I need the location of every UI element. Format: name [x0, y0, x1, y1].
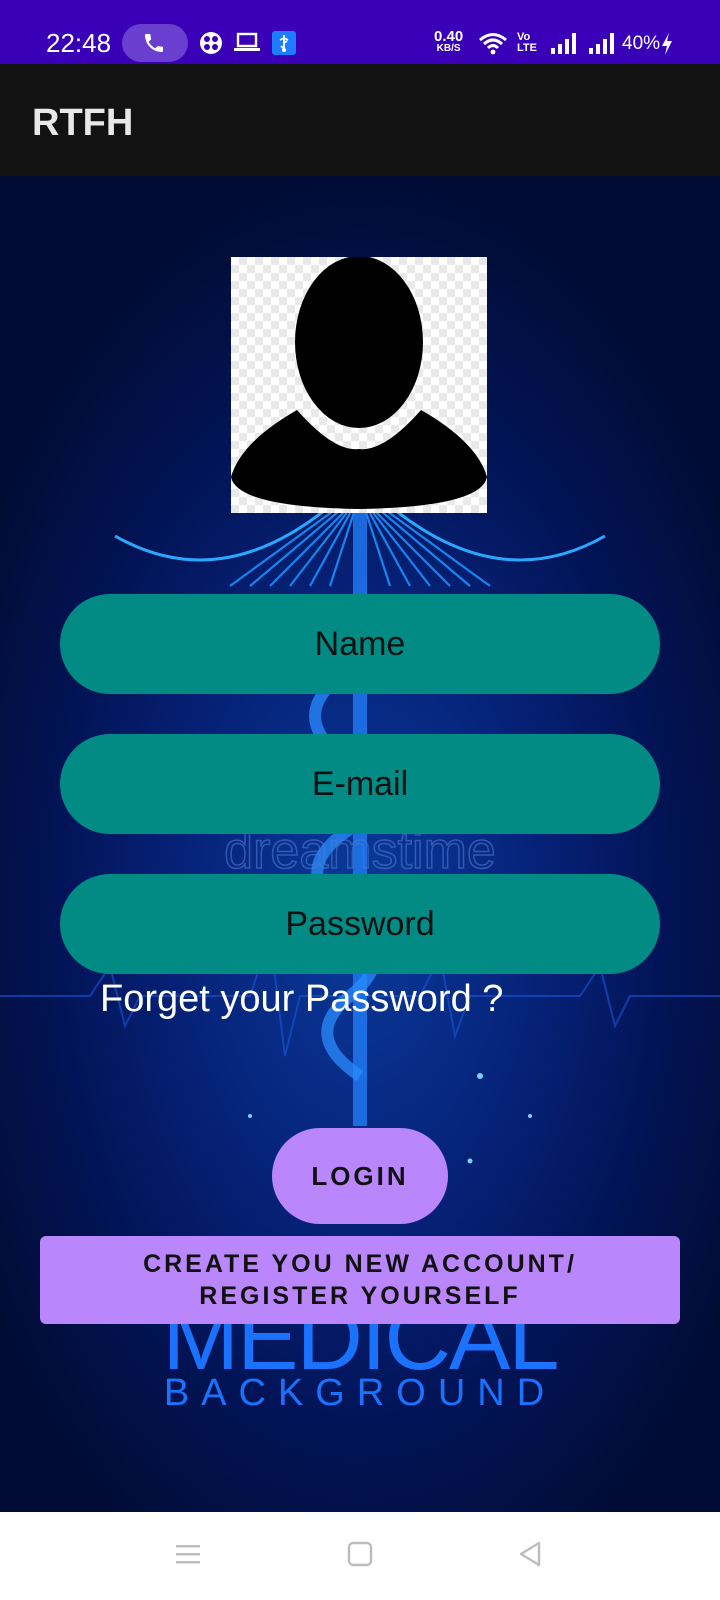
app-notification-icon [200, 32, 222, 54]
register-button[interactable]: CREATE YOU NEW ACCOUNT/ REGISTER YOURSEL… [40, 1236, 680, 1324]
signal-sim2-icon [589, 33, 614, 54]
register-button-line2: REGISTER YOURSELF [199, 1282, 521, 1310]
status-time: 22:48 [46, 28, 112, 58]
app-bar: RTFH [0, 64, 720, 176]
login-screen: dreamstime MEDICAL BACKGROUND Forget you… [0, 176, 720, 1512]
ongoing-call-chip[interactable] [122, 24, 188, 62]
forgot-password-link[interactable]: Forget your Password ? [100, 978, 503, 1021]
profile-avatar[interactable] [231, 257, 487, 513]
email-field[interactable] [60, 734, 660, 834]
network-speed: 0.40 KB/S [434, 28, 464, 54]
background-subtitle: BACKGROUND [163, 1372, 557, 1414]
wifi-icon [479, 33, 507, 55]
charging-bolt-icon [662, 33, 672, 55]
recents-menu-icon[interactable] [174, 1540, 202, 1568]
password-field[interactable] [60, 874, 660, 974]
name-field[interactable] [60, 594, 660, 694]
login-button[interactable]: LOGIN [272, 1128, 448, 1224]
usb-debugging-icon [272, 31, 296, 55]
register-button-line1: CREATE YOU NEW ACCOUNT/ [143, 1250, 577, 1278]
battery-percent: 40% [622, 33, 661, 54]
laptop-icon [234, 32, 260, 51]
home-icon[interactable] [346, 1540, 374, 1568]
signal-sim1-icon [551, 33, 576, 54]
system-nav-bar [0, 1512, 720, 1600]
back-icon[interactable] [516, 1540, 544, 1568]
phone-icon [145, 34, 163, 52]
app-title: RTFH [32, 102, 134, 144]
user-silhouette-icon [231, 257, 487, 509]
status-bar: 22:48 0.40 KB/S Vo LTE 40% [0, 0, 720, 64]
volte-indicator: Vo LTE [517, 31, 537, 54]
